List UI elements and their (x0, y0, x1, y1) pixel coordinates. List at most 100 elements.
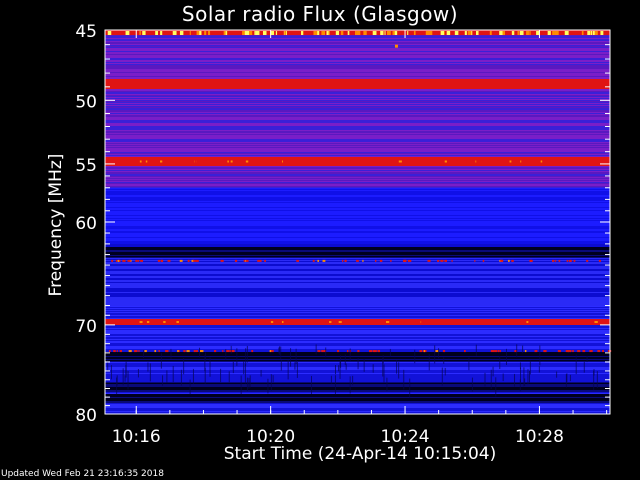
burst-mark (379, 259, 382, 262)
spectrogram-row (105, 106, 610, 108)
burst-mark (154, 321, 157, 324)
burst-mark (600, 31, 604, 35)
spectrogram-row (105, 88, 610, 90)
streak-mark (583, 361, 585, 373)
streak-mark (290, 348, 292, 367)
streak-mark (260, 369, 262, 377)
burst-mark (245, 160, 249, 163)
spectrogram-row (105, 264, 610, 266)
burst-mark (386, 31, 391, 35)
spectrogram-row (105, 359, 610, 361)
spectrogram-row (105, 321, 610, 323)
streak-mark (438, 348, 440, 359)
spectrogram-row (105, 407, 610, 409)
burst-mark (317, 259, 320, 262)
streak-mark (475, 344, 477, 356)
spectrogram-row (105, 348, 610, 350)
spectrogram-row (105, 128, 610, 130)
burst-mark (526, 321, 529, 324)
burst-mark (241, 160, 245, 163)
spectrogram-row (105, 400, 610, 402)
spectrogram-row (105, 297, 610, 299)
spectrogram-row (105, 40, 610, 42)
streak-mark (596, 371, 598, 388)
spectrogram-row (105, 281, 610, 283)
spectrogram-row (105, 389, 610, 391)
spectrogram-row (105, 249, 610, 251)
burst-mark (107, 31, 112, 35)
burst-mark (199, 321, 202, 324)
spectrogram-row (105, 175, 610, 177)
spectrogram-row (105, 284, 610, 286)
burst-mark (348, 160, 351, 163)
spectrogram-row (105, 178, 610, 180)
spectrogram-row (105, 168, 610, 170)
burst-mark (445, 321, 448, 324)
spectrogram-row (105, 53, 610, 55)
streak-mark (183, 358, 185, 375)
burst-mark (263, 160, 265, 163)
burst-mark (469, 31, 472, 35)
burst-mark (598, 259, 601, 262)
burst-mark (499, 31, 502, 35)
burst-mark (423, 321, 426, 324)
burst-mark (390, 259, 392, 262)
spectrogram-row (105, 36, 610, 38)
spectrogram-row (105, 64, 610, 66)
spectrogram-row (105, 376, 610, 378)
spectrogram-row (105, 412, 610, 414)
burst-mark (480, 160, 483, 163)
spectrogram-row (105, 162, 610, 164)
spectrogram-row (105, 283, 610, 285)
spectrogram-row (105, 231, 610, 233)
burst-mark (401, 321, 405, 324)
burst-mark (124, 160, 127, 163)
spectrogram-row (105, 204, 610, 206)
spectrogram-row (105, 129, 610, 131)
spectrogram-row (105, 374, 610, 376)
burst-mark (160, 259, 164, 262)
spectrogram-row (105, 310, 610, 312)
burst-mark (577, 350, 581, 353)
burst-mark (121, 321, 126, 324)
burst-mark (165, 350, 168, 353)
burst-mark (172, 160, 176, 163)
streak-mark (110, 365, 112, 380)
streak-mark (166, 370, 168, 384)
burst-mark (581, 321, 583, 324)
burst-mark (542, 160, 544, 163)
spectrogram-row (105, 74, 610, 76)
burst-mark (589, 321, 593, 324)
burst-mark (254, 31, 256, 35)
spectrogram-row (105, 296, 610, 298)
spectrogram-row (105, 338, 610, 340)
spectrogram-row (105, 202, 610, 204)
burst-mark (393, 321, 396, 324)
burst-mark (475, 31, 479, 35)
burst-mark (271, 350, 274, 353)
burst-mark (255, 31, 260, 35)
spectrogram-row (105, 80, 610, 82)
spectrogram-row (105, 130, 610, 132)
spectrogram-row (105, 229, 610, 231)
spectrogram-row (105, 39, 610, 41)
spectrogram-row (105, 150, 610, 152)
burst-mark (497, 350, 499, 353)
burst-mark (323, 160, 326, 163)
spectrogram-row (105, 292, 610, 294)
spectrogram-row (105, 401, 610, 403)
spectrogram-row (105, 200, 610, 202)
spectrogram-row (105, 166, 610, 168)
spectrogram-row (105, 105, 610, 107)
burst-mark (372, 31, 377, 35)
spectrogram-row (105, 100, 610, 102)
spectrogram-row (105, 327, 610, 329)
spectrogram-row (105, 242, 610, 244)
spectrogram-row (105, 391, 610, 393)
burst-mark (483, 160, 486, 163)
burst-mark (183, 350, 186, 353)
chart-title: Solar radio Flux (Glasgow) (181, 2, 459, 26)
spectrogram-row (105, 149, 610, 151)
spectrogram-row (105, 398, 610, 400)
spectrogram-row (105, 206, 610, 208)
